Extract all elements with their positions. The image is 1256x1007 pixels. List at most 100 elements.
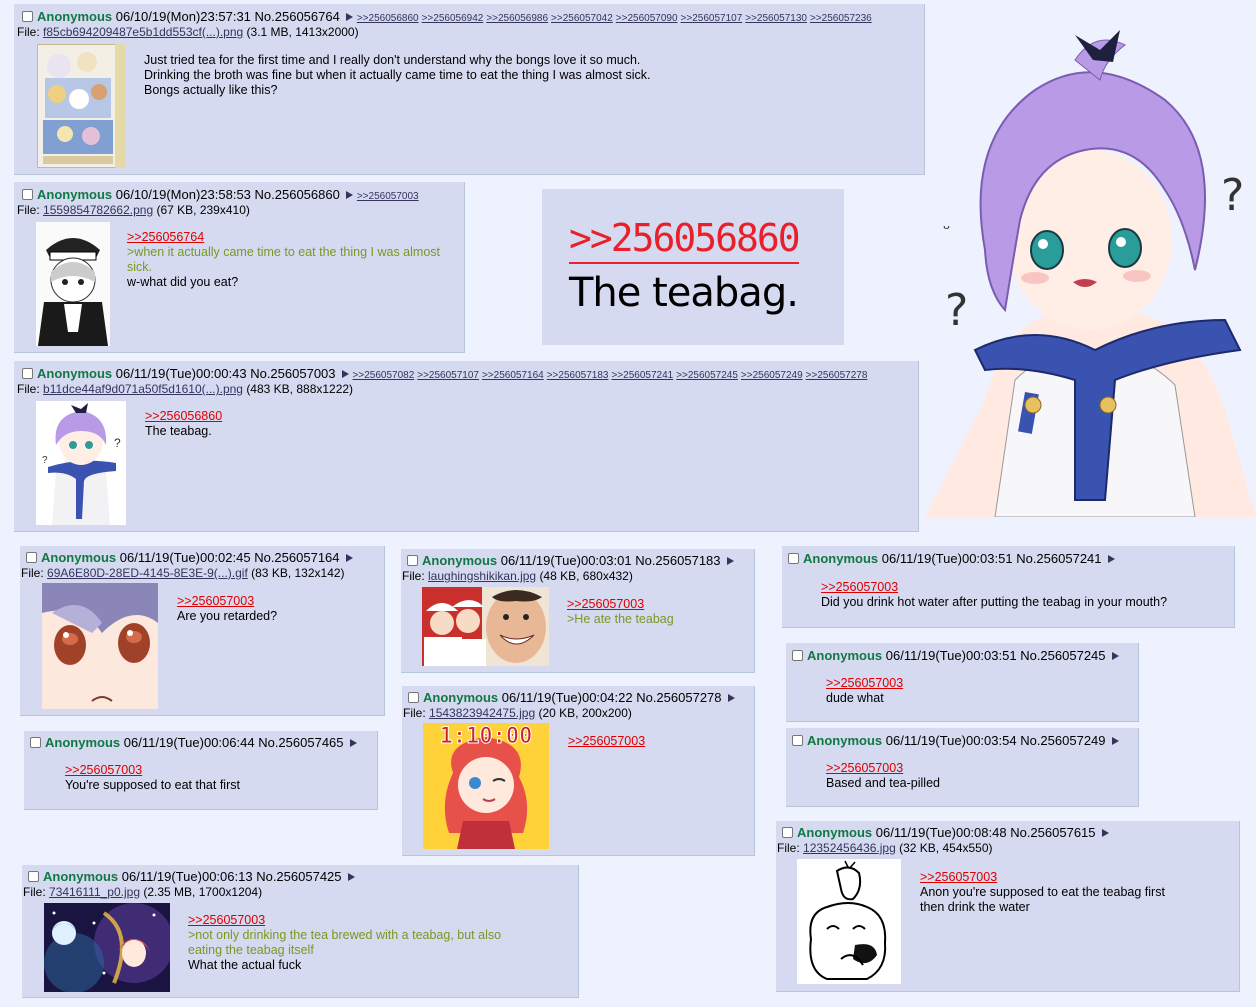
post-number[interactable]: No.256057249 — [1020, 733, 1105, 748]
post-thumbnail[interactable] — [44, 903, 170, 992]
post-number[interactable]: No.256057278 — [636, 690, 721, 705]
post-checkbox[interactable] — [22, 368, 33, 379]
post-number[interactable]: No.256057615 — [1010, 825, 1095, 840]
post-checkbox[interactable] — [408, 692, 419, 703]
post-thumbnail[interactable] — [36, 222, 110, 346]
quote-link[interactable]: >>256057003 — [65, 763, 365, 778]
post-menu-arrow-icon[interactable] — [341, 370, 349, 378]
quote-link[interactable]: >>256057003 — [177, 594, 377, 609]
post-date: 06/10/19(Mon)23:58:53 — [115, 187, 251, 202]
post-header: Anonymous 06/11/19(Tue)00:06:13 No.25605… — [28, 869, 359, 885]
file-link[interactable]: 1543823942475.jpg — [429, 706, 535, 720]
backlink[interactable]: >>256057107 — [417, 370, 479, 381]
enlarged-quote-text: The teabag. — [569, 270, 799, 316]
post-number[interactable]: No.256057003 — [250, 366, 335, 381]
post-checkbox[interactable] — [407, 555, 418, 566]
file-link[interactable]: f85cb694209487e5b1dd553cf(...).png — [43, 25, 243, 39]
post-checkbox[interactable] — [782, 827, 793, 838]
backlink[interactable]: >>256057236 — [810, 13, 872, 24]
post-menu-arrow-icon[interactable] — [349, 739, 357, 747]
post-thumbnail[interactable]: 1:10:00 — [423, 723, 549, 849]
post-checkbox[interactable] — [792, 650, 803, 661]
backlink[interactable]: >>256057130 — [745, 13, 807, 24]
post-menu-arrow-icon[interactable] — [347, 873, 355, 881]
quote-link[interactable]: >>256057003 — [826, 676, 1126, 691]
quote-link[interactable]: >>256057003 — [821, 580, 1231, 595]
post-thumbnail[interactable]: ? ? — [36, 401, 126, 525]
backlink[interactable]: >>256057090 — [616, 13, 678, 24]
quote-link[interactable]: >>256057003 — [188, 913, 538, 928]
backlink[interactable]: >>256057164 — [482, 370, 544, 381]
post-number[interactable]: No.256057183 — [635, 553, 720, 568]
post-date: 06/11/19(Tue)00:06:44 — [123, 735, 255, 750]
post-message: >>256057003 Are you retarded? — [177, 594, 377, 624]
file-info: File: 69A6E80D-28ED-4145-8E3E-9(...).gif… — [21, 566, 345, 580]
post-checkbox[interactable] — [22, 189, 33, 200]
backlink[interactable]: >>256057278 — [806, 370, 868, 381]
post-header: Anonymous 06/11/19(Tue)00:02:45 No.25605… — [26, 550, 357, 566]
quote-link[interactable]: >>256056860 — [145, 409, 445, 424]
post-number[interactable]: No.256057164 — [254, 550, 339, 565]
svg-text:?: ? — [945, 285, 968, 336]
post-checkbox[interactable] — [22, 11, 33, 22]
backlink[interactable]: >>256057003 — [357, 191, 419, 202]
quote-link[interactable]: >>256057003 — [826, 761, 1126, 776]
poster-name: Anonymous — [807, 733, 883, 748]
post-menu-arrow-icon[interactable] — [726, 557, 734, 565]
post-menu-arrow-icon[interactable] — [1107, 555, 1115, 563]
backlink[interactable]: >>256057082 — [353, 370, 415, 381]
enlarged-quote-link: >>256056860 — [569, 214, 801, 264]
post-checkbox[interactable] — [788, 553, 799, 564]
post-checkbox[interactable] — [26, 552, 37, 563]
quote-link[interactable]: >>256056764 — [127, 230, 447, 245]
post-number[interactable]: No.256056860 — [255, 187, 340, 202]
file-link[interactable]: 73416111_p0.jpg — [49, 885, 140, 899]
backlink[interactable]: >>256057183 — [547, 370, 609, 381]
post-number[interactable]: No.256057465 — [258, 735, 343, 750]
post-thumbnail[interactable] — [797, 859, 901, 984]
post-menu-arrow-icon[interactable] — [1101, 829, 1109, 837]
file-info: File: 12352456436.jpg (32 KB, 454x550) — [777, 841, 993, 855]
quote-link[interactable]: >>256057003 — [920, 870, 1230, 885]
post-checkbox[interactable] — [28, 871, 39, 882]
post-checkbox[interactable] — [792, 735, 803, 746]
file-link[interactable]: 69A6E80D-28ED-4145-8E3E-9(...).gif — [47, 566, 248, 580]
svg-text:?: ? — [114, 436, 121, 450]
backlink[interactable]: >>256056860 — [357, 13, 419, 24]
post-menu-arrow-icon[interactable] — [345, 191, 353, 199]
post-number[interactable]: No.256056764 — [255, 9, 340, 24]
file-info: File: b11dce44af9d071a50f5d1610(...).png… — [17, 382, 354, 396]
quote-link[interactable]: >>256057003 — [567, 597, 747, 612]
post-menu-arrow-icon[interactable] — [345, 13, 353, 21]
post-256057003: Anonymous 06/11/19(Tue)00:00:43 No.25605… — [14, 361, 919, 532]
backlink[interactable]: >>256057107 — [681, 13, 743, 24]
post-menu-arrow-icon[interactable] — [1111, 737, 1119, 745]
post-256057278: Anonymous 06/11/19(Tue)00:04:22 No.25605… — [402, 686, 755, 856]
file-info: File: 1543823942475.jpg (20 KB, 200x200) — [403, 706, 632, 720]
quote-link[interactable]: >>256057003 — [568, 734, 748, 749]
post-number[interactable]: No.256057425 — [256, 869, 341, 884]
post-thumbnail[interactable] — [37, 44, 125, 168]
backlink[interactable]: >>256057042 — [551, 13, 613, 24]
file-link[interactable]: b11dce44af9d071a50f5d1610(...).png — [43, 382, 243, 396]
backlink[interactable]: >>256056986 — [486, 13, 548, 24]
poster-name: Anonymous — [37, 366, 113, 381]
post-256057615: Anonymous 06/11/19(Tue)00:08:48 No.25605… — [776, 821, 1240, 992]
post-menu-arrow-icon[interactable] — [1111, 652, 1119, 660]
post-number[interactable]: No.256057241 — [1016, 551, 1101, 566]
post-date: 06/11/19(Tue)00:08:48 — [875, 825, 1007, 840]
backlink[interactable]: >>256057245 — [676, 370, 738, 381]
backlink[interactable]: >>256057249 — [741, 370, 803, 381]
post-menu-arrow-icon[interactable] — [345, 554, 353, 562]
post-checkbox[interactable] — [30, 737, 41, 748]
post-menu-arrow-icon[interactable] — [727, 694, 735, 702]
file-link[interactable]: laughingshikikan.jpg — [428, 569, 536, 583]
file-link[interactable]: 1559854782662.png — [43, 203, 153, 217]
post-number[interactable]: No.256057245 — [1020, 648, 1105, 663]
backlink[interactable]: >>256056942 — [422, 13, 484, 24]
post-thumbnail[interactable] — [422, 587, 549, 666]
post-header: Anonymous 06/11/19(Tue)00:03:51 No.25605… — [788, 551, 1119, 567]
post-thumbnail[interactable] — [42, 583, 158, 709]
backlink[interactable]: >>256057241 — [611, 370, 673, 381]
file-link[interactable]: 12352456436.jpg — [803, 841, 896, 855]
